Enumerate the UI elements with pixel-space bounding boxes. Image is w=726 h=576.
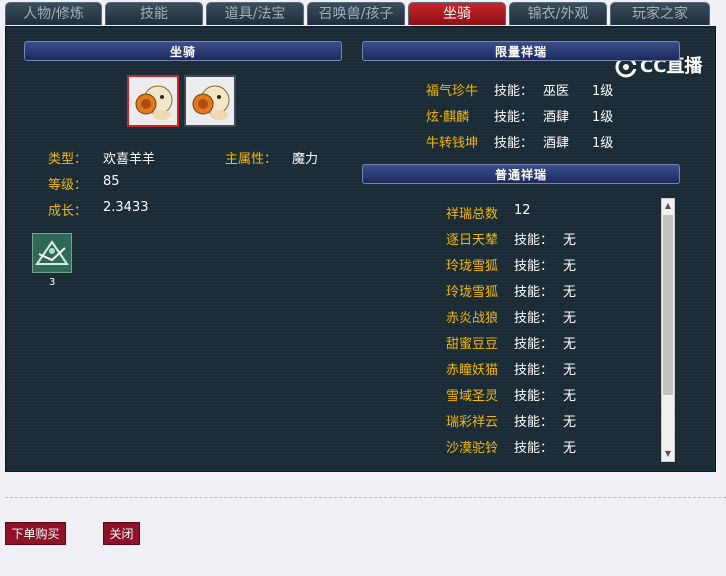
item-count: 3 <box>49 277 56 288</box>
equipment-icon <box>33 234 71 272</box>
list-item-name: 玲珑雪狐 <box>446 285 499 300</box>
limited-skill: 酒肆 <box>543 110 570 125</box>
divider <box>5 497 726 498</box>
mount-avatar-1[interactable] <box>127 75 179 127</box>
limited-skill-label: 技能： <box>494 110 534 125</box>
list-item-name: 赤瞳妖猫 <box>446 363 499 378</box>
list-item-name: 甜蜜豆豆 <box>446 337 499 352</box>
close-button[interactable]: 关闭 <box>103 522 140 545</box>
total-label: 祥瑞总数 <box>446 207 499 222</box>
limited-skill-label: 技能： <box>494 136 534 151</box>
sheep-icon <box>186 77 234 125</box>
limited-skill: 酒肆 <box>543 136 570 151</box>
mount-header: 坐骑 <box>24 41 342 61</box>
limited-skill-label: 技能： <box>494 84 534 99</box>
growth-label: 成长： <box>48 204 88 219</box>
list-item-skill: 无 <box>563 363 577 378</box>
type-label: 类型： <box>48 152 88 167</box>
list-item-name: 瑞彩祥云 <box>446 415 499 430</box>
main-attr-value: 魔力 <box>292 152 319 167</box>
list-item-skill-label: 技能： <box>514 285 554 300</box>
list-item-skill: 无 <box>563 415 577 430</box>
limited-level: 1级 <box>592 84 614 99</box>
order-button[interactable]: 下单购买 <box>5 522 66 545</box>
limited-name: 福气珍牛 <box>426 84 479 99</box>
main-attr-label: 主属性： <box>225 152 278 167</box>
tab-bar: 人物/修炼 技能 道具/法宝 召唤兽/孩子 坐骑 锦衣/外观 玩家之家 <box>0 0 726 26</box>
list-item-name: 雪域圣灵 <box>446 389 499 404</box>
list-item-skill-label: 技能： <box>514 233 554 248</box>
limited-name: 炫·麒麟 <box>426 110 470 125</box>
list-item-skill-label: 技能： <box>514 441 554 456</box>
limited-name: 牛转钱坤 <box>426 136 479 151</box>
list-item-skill-label: 技能： <box>514 311 554 326</box>
list-item-skill: 无 <box>563 285 577 300</box>
list-item-skill: 无 <box>563 233 577 248</box>
limited-header: 限量祥瑞 <box>362 41 680 61</box>
list-item-skill-label: 技能： <box>514 337 554 352</box>
tab-home[interactable]: 玩家之家 <box>610 2 710 25</box>
type-value: 欢喜羊羊 <box>103 152 156 167</box>
level-value: 85 <box>103 174 120 189</box>
total-value: 12 <box>514 203 531 218</box>
mount-avatar-2[interactable] <box>184 75 236 127</box>
list-item-name: 沙漠驼铃 <box>446 441 499 456</box>
limited-level: 1级 <box>592 136 614 151</box>
list-item-skill-label: 技能： <box>514 389 554 404</box>
list-item-skill: 无 <box>563 337 577 352</box>
mount-panel: CC直播 坐骑 类型： 欢喜羊羊 主属性： 魔力 等级： 85 成长： 2.34… <box>5 26 716 472</box>
list-item-skill: 无 <box>563 311 577 326</box>
limited-level: 1级 <box>592 110 614 125</box>
normal-list-scrollbar[interactable]: ▲ ▼ <box>661 198 675 462</box>
list-item-skill: 无 <box>563 441 577 456</box>
tab-summons[interactable]: 召唤兽/孩子 <box>307 2 405 25</box>
list-item-skill-label: 技能： <box>514 259 554 274</box>
normal-header: 普通祥瑞 <box>362 164 680 184</box>
tab-outfit[interactable]: 锦衣/外观 <box>509 2 607 25</box>
level-label: 等级： <box>48 178 88 193</box>
list-item-name: 玲珑雪狐 <box>446 259 499 274</box>
list-item-skill-label: 技能： <box>514 363 554 378</box>
scrollbar-thumb[interactable] <box>663 215 673 395</box>
tab-skills[interactable]: 技能 <box>105 2 203 25</box>
scroll-down-icon[interactable]: ▼ <box>662 447 674 461</box>
tab-mount[interactable]: 坐骑 <box>408 2 506 25</box>
sheep-icon <box>129 77 177 125</box>
tab-character[interactable]: 人物/修炼 <box>5 2 102 25</box>
list-item-name: 赤炎战狼 <box>446 311 499 326</box>
list-item-name: 逐日天辇 <box>446 233 499 248</box>
scroll-up-icon[interactable]: ▲ <box>662 199 674 213</box>
list-item-skill-label: 技能： <box>514 415 554 430</box>
growth-value: 2.3433 <box>103 200 149 215</box>
mount-item-slot[interactable] <box>32 233 72 273</box>
list-item-skill: 无 <box>563 259 577 274</box>
list-item-skill: 无 <box>563 389 577 404</box>
tab-items[interactable]: 道具/法宝 <box>206 2 304 25</box>
limited-skill: 巫医 <box>543 84 570 99</box>
